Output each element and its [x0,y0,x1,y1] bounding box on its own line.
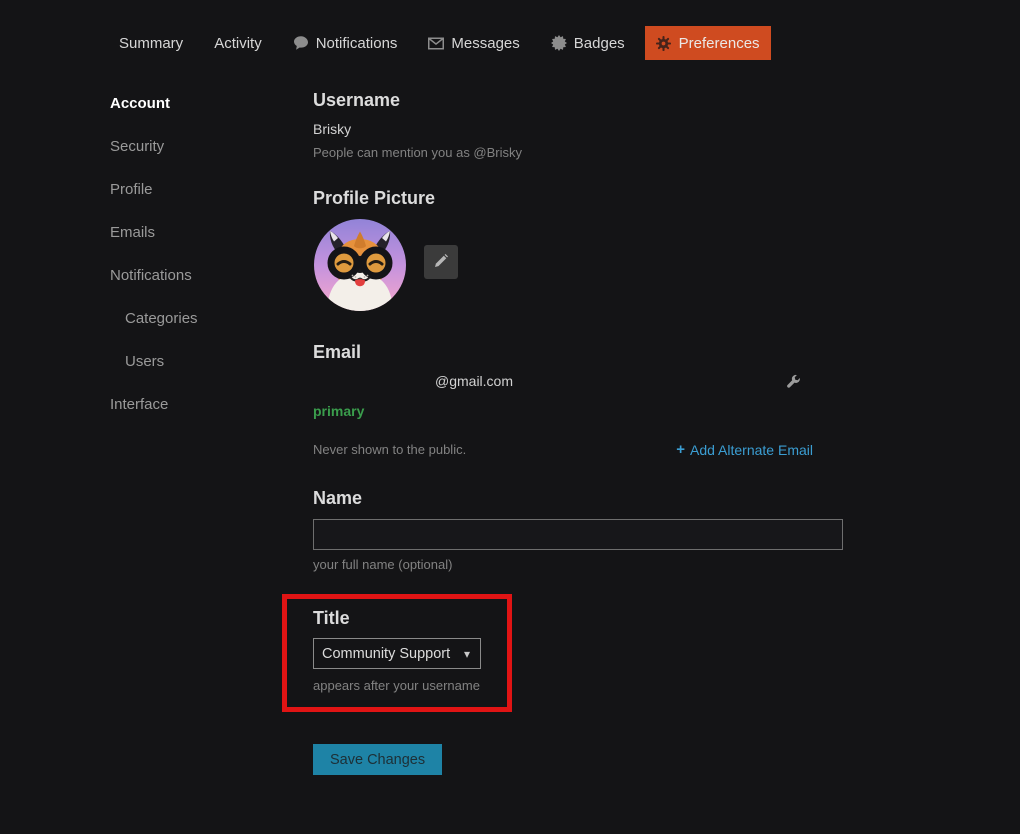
add-alternate-email-label: Add Alternate Email [690,442,813,458]
username-hint: People can mention you as @Brisky [313,145,843,160]
title-dropdown-selected: Community Support [322,646,450,662]
sidebar-item-emails[interactable]: Emails [110,225,313,240]
title-hint: appears after your username [313,678,497,693]
tab-notifications[interactable]: Notifications [282,26,409,60]
envelope-icon [428,35,444,51]
tab-label: Preferences [679,36,760,51]
tab-activity[interactable]: Activity [203,27,273,60]
tab-badges[interactable]: Badges [540,26,636,60]
sidebar-item-categories[interactable]: Categories [110,311,313,326]
preferences-main: Username Brisky People can mention you a… [313,84,843,775]
email-row: @gmail.com [313,373,843,389]
primary-email-badge: primary [313,403,843,419]
sidebar-item-interface[interactable]: Interface [110,397,313,412]
name-hint: your full name (optional) [313,557,843,572]
plus-icon: + [676,441,685,458]
tab-label: Notifications [316,36,398,51]
sidebar-item-users[interactable]: Users [110,354,313,369]
tab-summary[interactable]: Summary [108,27,194,60]
speech-bubble-icon [293,35,309,51]
save-changes-button[interactable]: Save Changes [313,744,442,775]
content-layout: Account Security Profile Emails Notifica… [0,60,1020,775]
email-privacy-hint: Never shown to the public. [313,442,466,457]
username-value: Brisky [313,121,843,137]
title-heading: Title [313,608,497,629]
gear-icon [656,35,672,51]
title-section-annotation-box: Title Community Support ▾ appears after … [282,594,512,713]
pencil-icon [433,253,449,272]
preferences-page: Summary Activity Notifications Messages … [0,0,1020,775]
name-heading: Name [313,488,843,509]
wrench-icon[interactable] [786,374,801,389]
username-heading: Username [313,90,843,111]
badge-seal-icon [551,35,567,51]
tab-preferences[interactable]: Preferences [645,26,771,60]
sidebar-item-security[interactable]: Security [110,139,313,154]
sidebar-item-notifications[interactable]: Notifications [110,268,313,283]
avatar[interactable] [313,218,407,312]
tab-label: Messages [451,36,519,51]
avatar-row [313,218,843,312]
sidebar-item-profile[interactable]: Profile [110,182,313,197]
profile-picture-heading: Profile Picture [313,188,843,209]
user-profile-nav: Summary Activity Notifications Messages … [0,0,1020,60]
edit-avatar-button[interactable] [424,245,458,279]
name-section: Name your full name (optional) [313,488,843,572]
username-section: Username Brisky People can mention you a… [313,90,843,160]
title-dropdown[interactable]: Community Support ▾ [313,638,481,669]
add-alternate-email-link[interactable]: + Add Alternate Email [676,441,813,458]
email-footer: Never shown to the public. + Add Alterna… [313,441,843,458]
email-section: Email @gmail.com primary Never shown to … [313,342,843,458]
full-name-input[interactable] [313,519,843,550]
sidebar-item-account[interactable]: Account [110,96,313,111]
profile-picture-section: Profile Picture [313,188,843,313]
tab-label: Badges [574,36,625,51]
tab-messages[interactable]: Messages [417,26,530,60]
email-heading: Email [313,342,843,363]
email-value: @gmail.com [435,373,513,389]
chevron-down-icon: ▾ [464,647,470,661]
